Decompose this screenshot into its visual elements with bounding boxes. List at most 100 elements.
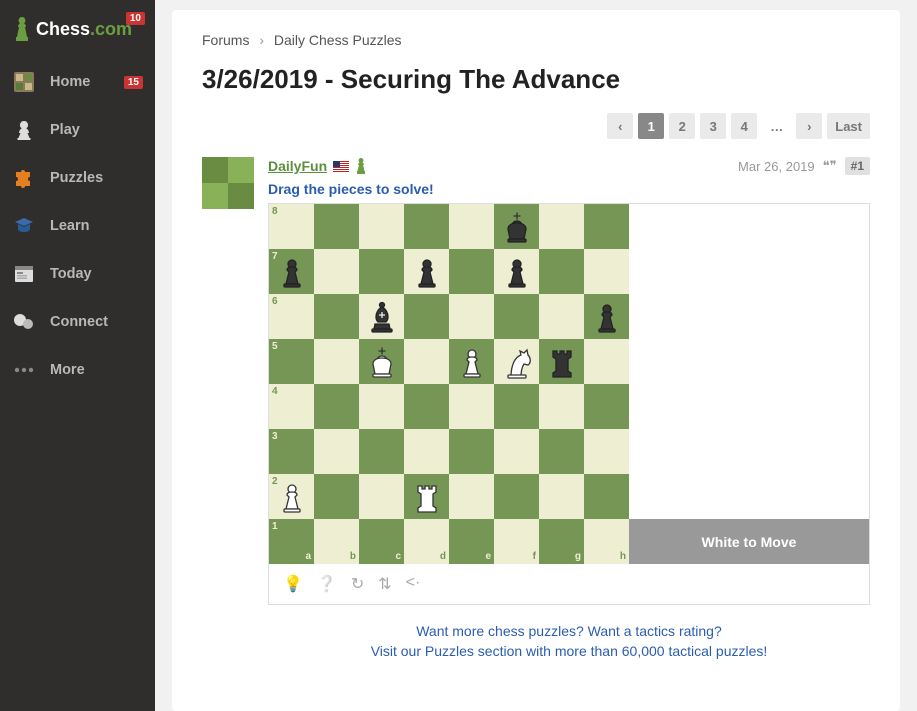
piece-bk[interactable] [497, 207, 537, 247]
flip-icon[interactable]: ⇅ [378, 574, 391, 594]
square-d1[interactable]: d [404, 519, 449, 564]
square-g5[interactable] [539, 339, 584, 384]
square-h3[interactable] [584, 429, 629, 474]
square-c7[interactable] [359, 249, 404, 294]
square-a1[interactable]: 1a [269, 519, 314, 564]
square-c1[interactable]: c [359, 519, 404, 564]
chess-board[interactable]: 87654321abcdefgh [269, 204, 629, 564]
author-link[interactable]: DailyFun [268, 158, 327, 174]
square-e4[interactable] [449, 384, 494, 429]
square-g8[interactable] [539, 204, 584, 249]
page-last[interactable]: Last [827, 113, 870, 139]
piece-wn[interactable] [497, 342, 537, 382]
page-prev[interactable]: ‹ [607, 113, 633, 139]
square-b7[interactable] [314, 249, 359, 294]
square-c3[interactable] [359, 429, 404, 474]
square-a8[interactable]: 8 [269, 204, 314, 249]
nav-puzzle[interactable]: Puzzles [0, 154, 155, 202]
logo[interactable]: Chess.com 10 [0, 10, 155, 58]
piece-wk[interactable] [362, 342, 402, 382]
square-c5[interactable] [359, 339, 404, 384]
square-c2[interactable] [359, 474, 404, 519]
puzzles-section-link[interactable]: Visit our Puzzles section with more than… [268, 643, 870, 659]
square-d2[interactable] [404, 474, 449, 519]
square-f4[interactable] [494, 384, 539, 429]
square-b5[interactable] [314, 339, 359, 384]
square-h5[interactable] [584, 339, 629, 384]
piece-bp[interactable] [587, 297, 627, 337]
square-e2[interactable] [449, 474, 494, 519]
breadcrumb-daily-puzzles[interactable]: Daily Chess Puzzles [274, 32, 402, 48]
nav-learn[interactable]: Learn [0, 202, 155, 250]
square-h7[interactable] [584, 249, 629, 294]
square-a5[interactable]: 5 [269, 339, 314, 384]
share-icon[interactable]: <· [406, 574, 421, 594]
square-d3[interactable] [404, 429, 449, 474]
square-f6[interactable] [494, 294, 539, 339]
square-h6[interactable] [584, 294, 629, 339]
square-e5[interactable] [449, 339, 494, 384]
square-g6[interactable] [539, 294, 584, 339]
square-h8[interactable] [584, 204, 629, 249]
nav-home[interactable]: Home15 [0, 58, 155, 106]
piece-bp[interactable] [407, 252, 447, 292]
post-number[interactable]: #1 [845, 157, 870, 175]
square-b3[interactable] [314, 429, 359, 474]
nav-today[interactable]: Today [0, 250, 155, 298]
page-4[interactable]: 4 [731, 113, 757, 139]
square-b1[interactable]: b [314, 519, 359, 564]
square-f5[interactable] [494, 339, 539, 384]
piece-wp[interactable] [452, 342, 492, 382]
square-h2[interactable] [584, 474, 629, 519]
square-a6[interactable]: 6 [269, 294, 314, 339]
square-b2[interactable] [314, 474, 359, 519]
more-puzzles-link[interactable]: Want more chess puzzles? Want a tactics … [268, 623, 870, 639]
square-b6[interactable] [314, 294, 359, 339]
square-c8[interactable] [359, 204, 404, 249]
square-a4[interactable]: 4 [269, 384, 314, 429]
square-g1[interactable]: g [539, 519, 584, 564]
avatar[interactable] [202, 157, 254, 209]
page-1[interactable]: 1 [638, 113, 664, 139]
square-d8[interactable] [404, 204, 449, 249]
page-2[interactable]: 2 [669, 113, 695, 139]
help-icon[interactable]: ❔ [317, 574, 337, 594]
square-g4[interactable] [539, 384, 584, 429]
square-a2[interactable]: 2 [269, 474, 314, 519]
square-e1[interactable]: e [449, 519, 494, 564]
hint-icon[interactable]: 💡 [283, 574, 303, 594]
nav-connect[interactable]: Connect [0, 298, 155, 346]
square-f1[interactable]: f [494, 519, 539, 564]
square-a3[interactable]: 3 [269, 429, 314, 474]
square-f7[interactable] [494, 249, 539, 294]
square-g7[interactable] [539, 249, 584, 294]
square-d7[interactable] [404, 249, 449, 294]
piece-bp[interactable] [497, 252, 537, 292]
square-d4[interactable] [404, 384, 449, 429]
square-c4[interactable] [359, 384, 404, 429]
quote-icon[interactable]: ❝❞ [823, 158, 837, 174]
nav-play[interactable]: Play [0, 106, 155, 154]
logo-notification-badge[interactable]: 10 [126, 12, 145, 25]
piece-wr[interactable] [407, 477, 447, 517]
square-b8[interactable] [314, 204, 359, 249]
square-f2[interactable] [494, 474, 539, 519]
square-h4[interactable] [584, 384, 629, 429]
square-e7[interactable] [449, 249, 494, 294]
square-g3[interactable] [539, 429, 584, 474]
square-d6[interactable] [404, 294, 449, 339]
square-b4[interactable] [314, 384, 359, 429]
square-g2[interactable] [539, 474, 584, 519]
breadcrumb-forums[interactable]: Forums [202, 32, 249, 48]
nav-more[interactable]: More [0, 346, 155, 394]
piece-bb[interactable] [362, 297, 402, 337]
square-d5[interactable] [404, 339, 449, 384]
square-a7[interactable]: 7 [269, 249, 314, 294]
square-f3[interactable] [494, 429, 539, 474]
square-f8[interactable] [494, 204, 539, 249]
square-c6[interactable] [359, 294, 404, 339]
square-e6[interactable] [449, 294, 494, 339]
reset-icon[interactable]: ↻ [351, 574, 364, 594]
square-e3[interactable] [449, 429, 494, 474]
page-next[interactable]: › [796, 113, 822, 139]
